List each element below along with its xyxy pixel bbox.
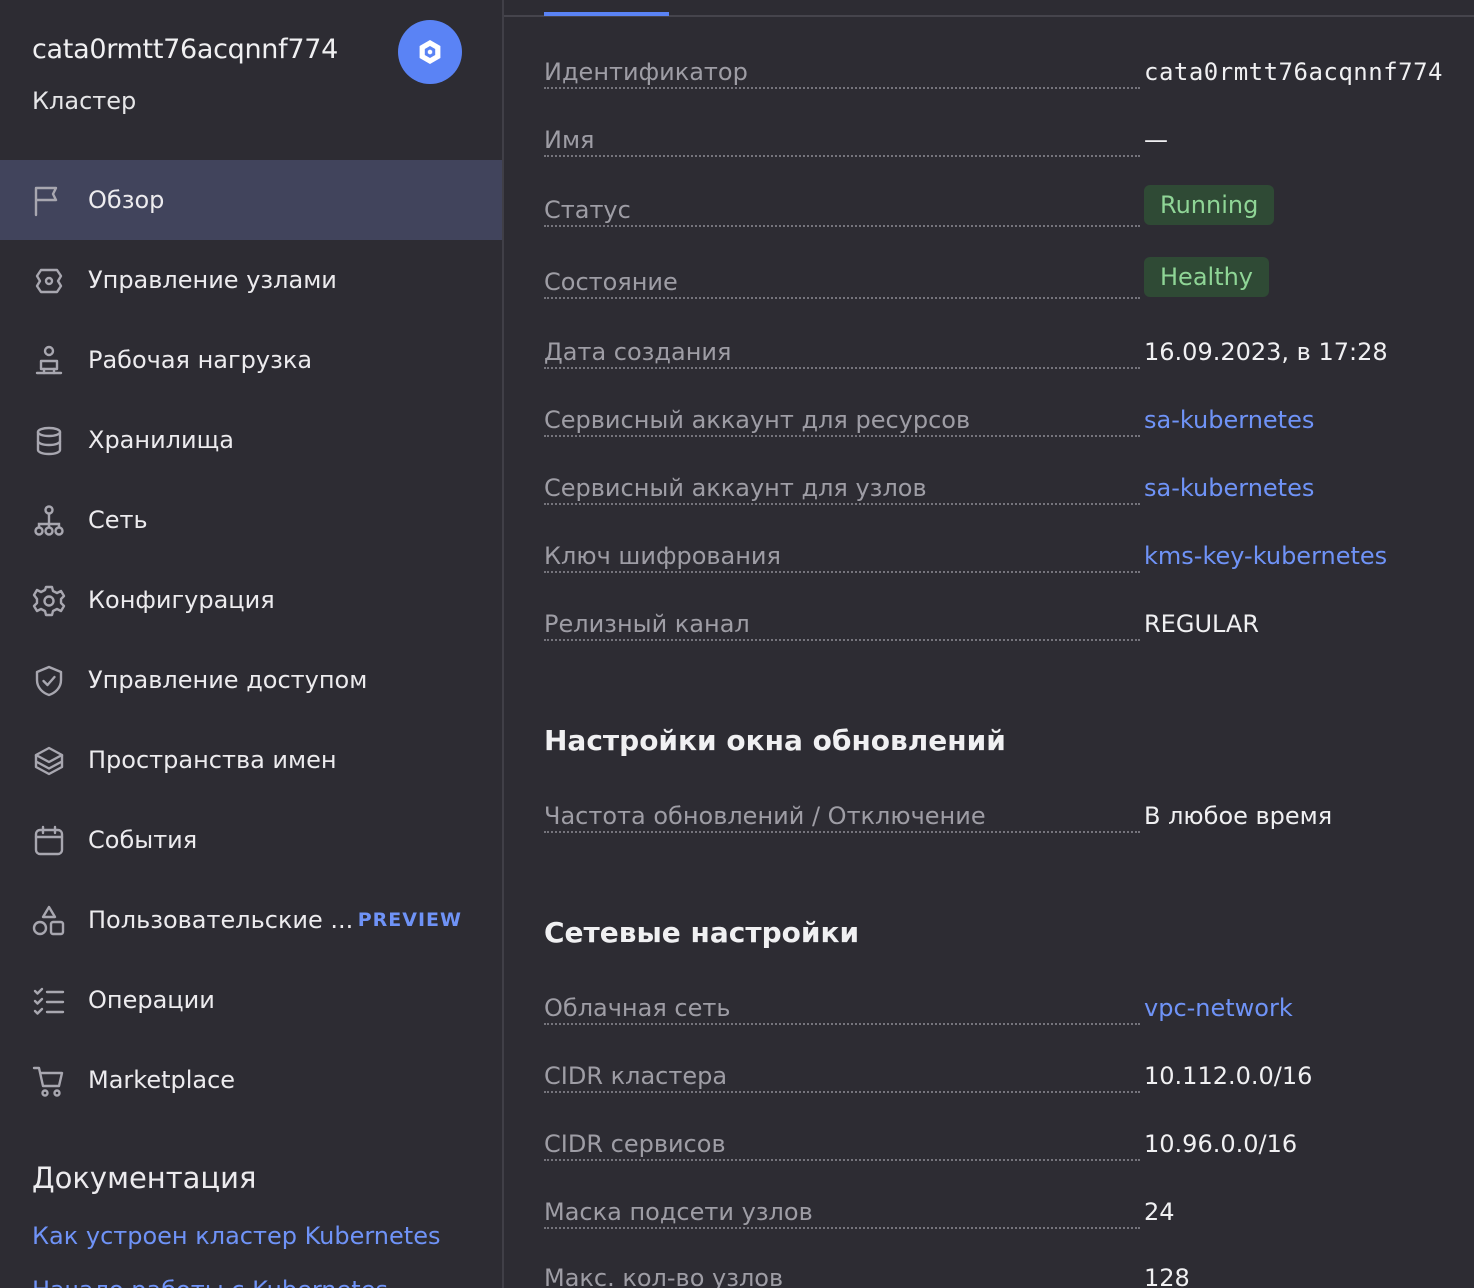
database-icon xyxy=(32,424,66,458)
field-row-health: Состояние Healthy xyxy=(544,257,1474,308)
section-title-network: Сетевые настройки xyxy=(544,916,860,949)
field-row-node-sa: Сервисный аккаунт для узлов sa-kubernete… xyxy=(544,474,1474,514)
field-value-node-subnet-mask: 24 xyxy=(1144,1198,1175,1226)
field-label: Сервисный аккаунт для узлов xyxy=(544,474,931,502)
resource-service-account-link[interactable]: sa-kubernetes xyxy=(1144,406,1314,434)
field-row-resource-sa: Сервисный аккаунт для ресурсов sa-kubern… xyxy=(544,406,1474,446)
field-value-id[interactable]: cata0rmtt76acqnnf774 xyxy=(1144,58,1443,86)
field-row-max-nodes: Макс. кол-во узлов 128 xyxy=(544,1264,1474,1288)
preview-badge: PREVIEW xyxy=(357,909,462,931)
sidebar-item-label: Конфигурация xyxy=(88,586,275,614)
sidebar-item-access-management[interactable]: Управление доступом xyxy=(0,640,502,720)
field-label: Маска подсети узлов xyxy=(544,1198,817,1226)
sidebar: cata0rmtt76acqnnf774 Кластер Обзор Управ… xyxy=(0,0,504,1288)
sidebar-item-marketplace[interactable]: Marketplace xyxy=(0,1040,502,1120)
gear-icon xyxy=(32,584,66,618)
cluster-type-label: Кластер xyxy=(32,87,137,115)
sidebar-item-workload[interactable]: Рабочая нагрузка xyxy=(0,320,502,400)
field-label: Имя xyxy=(544,126,599,154)
nodes-icon xyxy=(32,264,66,298)
field-label: Идентификатор xyxy=(544,58,752,86)
field-value-update-frequency: В любое время xyxy=(1144,802,1333,830)
field-label: Релизный канал xyxy=(544,610,754,638)
sidebar-item-label: Рабочая нагрузка xyxy=(88,346,313,374)
field-row-node-subnet-mask: Маска подсети узлов 24 xyxy=(544,1198,1474,1238)
field-row-update-frequency: Частота обновлений / Отключение В любое … xyxy=(544,802,1474,842)
field-label: Сервисный аккаунт для ресурсов xyxy=(544,406,975,434)
health-badge: Healthy xyxy=(1144,257,1270,297)
tab-active-indicator xyxy=(544,12,669,16)
field-row-name: Имя — xyxy=(544,126,1474,166)
section-title-update-window: Настройки окна обновлений xyxy=(544,724,1006,757)
sidebar-item-label: События xyxy=(88,826,198,854)
sidebar-item-label: Marketplace xyxy=(88,1066,236,1094)
field-label: CIDR кластера xyxy=(544,1062,732,1090)
encryption-key-link[interactable]: kms-key-kubernetes xyxy=(1144,542,1387,570)
shield-icon xyxy=(32,664,66,698)
sidebar-item-network[interactable]: Сеть xyxy=(0,480,502,560)
field-label: Состояние xyxy=(544,268,682,296)
field-row-cloud-network: Облачная сеть vpc-network xyxy=(544,994,1474,1034)
calendar-icon xyxy=(32,824,66,858)
sidebar-item-overview[interactable]: Обзор xyxy=(0,160,502,240)
sidebar-item-label: Сеть xyxy=(88,506,148,534)
cloud-network-link[interactable]: vpc-network xyxy=(1144,994,1293,1022)
field-row-cluster-cidr: CIDR кластера 10.112.0.0/16 xyxy=(544,1062,1474,1102)
field-label: Дата создания xyxy=(544,338,736,366)
layers-icon xyxy=(32,744,66,778)
field-value-created-at: 16.09.2023, в 17:28 xyxy=(1144,338,1388,366)
sidebar-item-configuration[interactable]: Конфигурация xyxy=(0,560,502,640)
field-row-created-at: Дата создания 16.09.2023, в 17:28 xyxy=(544,338,1474,378)
cart-icon xyxy=(32,1064,66,1098)
field-value-max-nodes: 128 xyxy=(1144,1264,1190,1288)
main-content: Идентификатор cata0rmtt76acqnnf774 Имя —… xyxy=(504,0,1474,1288)
sidebar-item-label: Операции xyxy=(88,986,215,1014)
docs-link-cluster-architecture[interactable]: Как устроен кластер Kubernetes xyxy=(32,1222,440,1250)
status-badge: Running xyxy=(1144,185,1275,225)
shapes-icon xyxy=(32,904,66,938)
sidebar-item-operations[interactable]: Операции xyxy=(0,960,502,1040)
network-icon xyxy=(32,504,66,538)
sidebar-item-events[interactable]: События xyxy=(0,800,502,880)
docs-title: Документация xyxy=(32,1161,257,1195)
field-value-name: — xyxy=(1144,126,1168,154)
sidebar-item-label: Хранилища xyxy=(88,426,234,454)
sidebar-item-label: Пространства имен xyxy=(88,746,337,774)
field-row-status: Статус Running xyxy=(544,185,1474,236)
field-value-service-cidr: 10.96.0.0/16 xyxy=(1144,1130,1298,1158)
field-label: CIDR сервисов xyxy=(544,1130,730,1158)
flag-icon xyxy=(32,184,66,218)
node-service-account-link[interactable]: sa-kubernetes xyxy=(1144,474,1314,502)
field-label: Облачная сеть xyxy=(544,994,735,1022)
sidebar-item-node-management[interactable]: Управление узлами xyxy=(0,240,502,320)
field-value-cluster-cidr: 10.112.0.0/16 xyxy=(1144,1062,1313,1090)
field-value-release-channel: REGULAR xyxy=(1144,610,1260,638)
cluster-id: cata0rmtt76acqnnf774 xyxy=(32,34,338,65)
sidebar-item-label: Управление доступом xyxy=(88,666,368,694)
sidebar-item-storage[interactable]: Хранилища xyxy=(0,400,502,480)
field-label: Ключ шифрования xyxy=(544,542,785,570)
sidebar-item-label: Пользовательские ... xyxy=(88,906,354,934)
docs-link-getting-started[interactable]: Начало работы с Kubernetes xyxy=(32,1276,388,1288)
field-label: Статус xyxy=(544,196,635,224)
field-row-service-cidr: CIDR сервисов 10.96.0.0/16 xyxy=(544,1130,1474,1170)
field-label: Макс. кол-во узлов xyxy=(544,1264,788,1288)
workload-icon xyxy=(32,344,66,378)
kubernetes-service-icon[interactable] xyxy=(398,20,462,84)
field-row-release-channel: Релизный канал REGULAR xyxy=(544,610,1474,650)
list-check-icon xyxy=(32,984,66,1018)
sidebar-item-custom-resources[interactable]: Пользовательские ... PREVIEW xyxy=(0,880,502,960)
sidebar-item-namespaces[interactable]: Пространства имен xyxy=(0,720,502,800)
field-row-id: Идентификатор cata0rmtt76acqnnf774 xyxy=(544,58,1474,98)
sidebar-item-label: Управление узлами xyxy=(88,266,337,294)
sidebar-item-label: Обзор xyxy=(88,186,165,214)
field-row-encryption-key: Ключ шифрования kms-key-kubernetes xyxy=(544,542,1474,582)
sidebar-nav: Обзор Управление узлами Рабочая нагрузка… xyxy=(0,160,502,1120)
tab-bar xyxy=(504,0,1474,17)
field-label: Частота обновлений / Отключение xyxy=(544,802,990,830)
